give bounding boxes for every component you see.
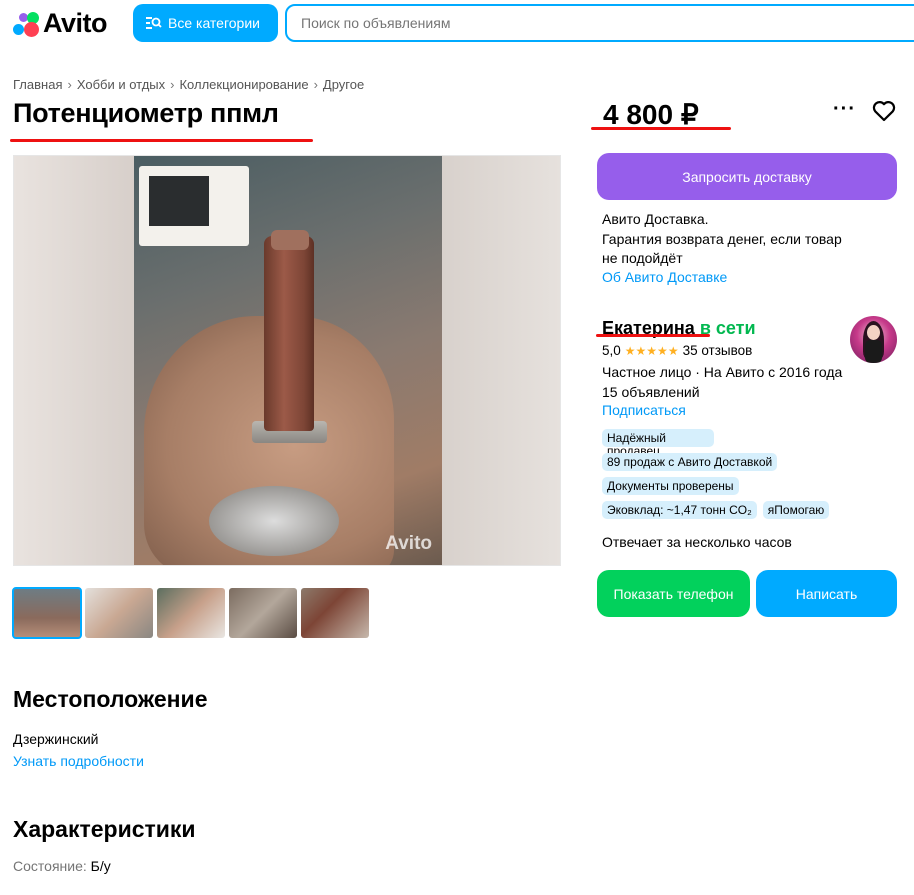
categories-search-icon <box>146 17 162 29</box>
location-heading: Местоположение <box>13 686 208 712</box>
badge-reliable[interactable]: Надёжный продавец <box>602 429 714 458</box>
thumbnail-2[interactable] <box>85 588 153 638</box>
condition-value: Б/у <box>90 858 111 874</box>
badge-help[interactable]: яПомогаю <box>762 501 830 519</box>
characteristics-heading: Характеристики <box>13 816 196 842</box>
breadcrumb: Главная › Хобби и отдых › Коллекциониров… <box>13 77 364 92</box>
about-delivery-link[interactable]: Об Авито Доставке <box>602 269 727 285</box>
title-annotation-underline <box>10 139 313 142</box>
search-input[interactable] <box>301 15 914 31</box>
seller-type-since: Частное лицо · На Авито с 2016 года <box>602 364 843 380</box>
chevron-right-icon: › <box>170 77 175 92</box>
delivery-info: Авито Доставка. Гарантия возврата денег,… <box>602 211 842 266</box>
location-details-link[interactable]: Узнать подробности <box>13 753 144 769</box>
seller-annotation-underline <box>596 334 710 337</box>
reviews-count: 35 отзывов <box>682 343 753 358</box>
seller-info: Частное лицо · На Авито с 2016 года 15 о… <box>602 362 842 402</box>
star-rating-icon: ★★★★★ <box>624 343 679 358</box>
badge-eco[interactable]: Эковклад: ~1,47 тонн CO₂ <box>602 501 757 519</box>
listing-title: Потенциометр ппмл <box>13 98 279 128</box>
show-phone-button[interactable]: Показать телефон <box>597 570 750 617</box>
breadcrumb-item-home[interactable]: Главная <box>13 77 62 92</box>
thumbnail-5[interactable] <box>301 588 369 638</box>
main-photo[interactable]: Avito <box>13 155 561 566</box>
search-bar[interactable] <box>285 4 914 42</box>
condition-label: Состояние: <box>13 858 87 874</box>
seller-avatar[interactable] <box>850 316 897 363</box>
price-annotation-underline <box>591 127 731 130</box>
chevron-right-icon: › <box>313 77 318 92</box>
chevron-right-icon: › <box>67 77 72 92</box>
logo-text: Avito <box>43 8 108 38</box>
more-options-icon[interactable]: ··· <box>833 98 856 121</box>
condition-row: Состояние: Б/у <box>13 858 111 874</box>
badge-documents[interactable]: Документы проверены <box>602 477 739 495</box>
seller-badges: Надёжный продавец 89 продаж с Авито Дост… <box>602 429 882 519</box>
avito-watermark: Avito <box>385 533 432 554</box>
avito-logo[interactable]: Avito <box>13 8 108 39</box>
badge-sales[interactable]: 89 продаж с Авито Доставкой <box>602 453 778 471</box>
avito-logo-icon <box>13 10 40 37</box>
rating-value: 5,0 <box>602 343 621 358</box>
favorite-heart-icon[interactable] <box>872 100 896 122</box>
all-categories-button[interactable]: Все категории <box>133 4 278 42</box>
seller-rating[interactable]: 5,0 ★★★★★ 35 отзывов <box>602 343 752 358</box>
breadcrumb-item-hobby[interactable]: Хобби и отдых <box>77 77 165 92</box>
thumbnail-4[interactable] <box>229 588 297 638</box>
seller-ads-count[interactable]: 15 объявлений <box>602 382 842 402</box>
all-categories-label: Все категории <box>168 15 260 31</box>
potentiometer-photo: Avito <box>134 156 442 565</box>
thumbnail-3[interactable] <box>157 588 225 638</box>
request-delivery-button[interactable]: Запросить доставку <box>597 153 897 200</box>
subscribe-link[interactable]: Подписаться <box>602 402 686 418</box>
write-message-button[interactable]: Написать <box>756 570 897 617</box>
thumbnail-1[interactable] <box>12 587 82 639</box>
breadcrumb-item-collecting[interactable]: Коллекционирование <box>179 77 308 92</box>
photo-thumbnails <box>12 587 369 639</box>
response-time: Отвечает за несколько часов <box>602 534 792 550</box>
breadcrumb-item-other[interactable]: Другое <box>323 77 364 92</box>
location-place: Дзержинский <box>13 731 99 747</box>
